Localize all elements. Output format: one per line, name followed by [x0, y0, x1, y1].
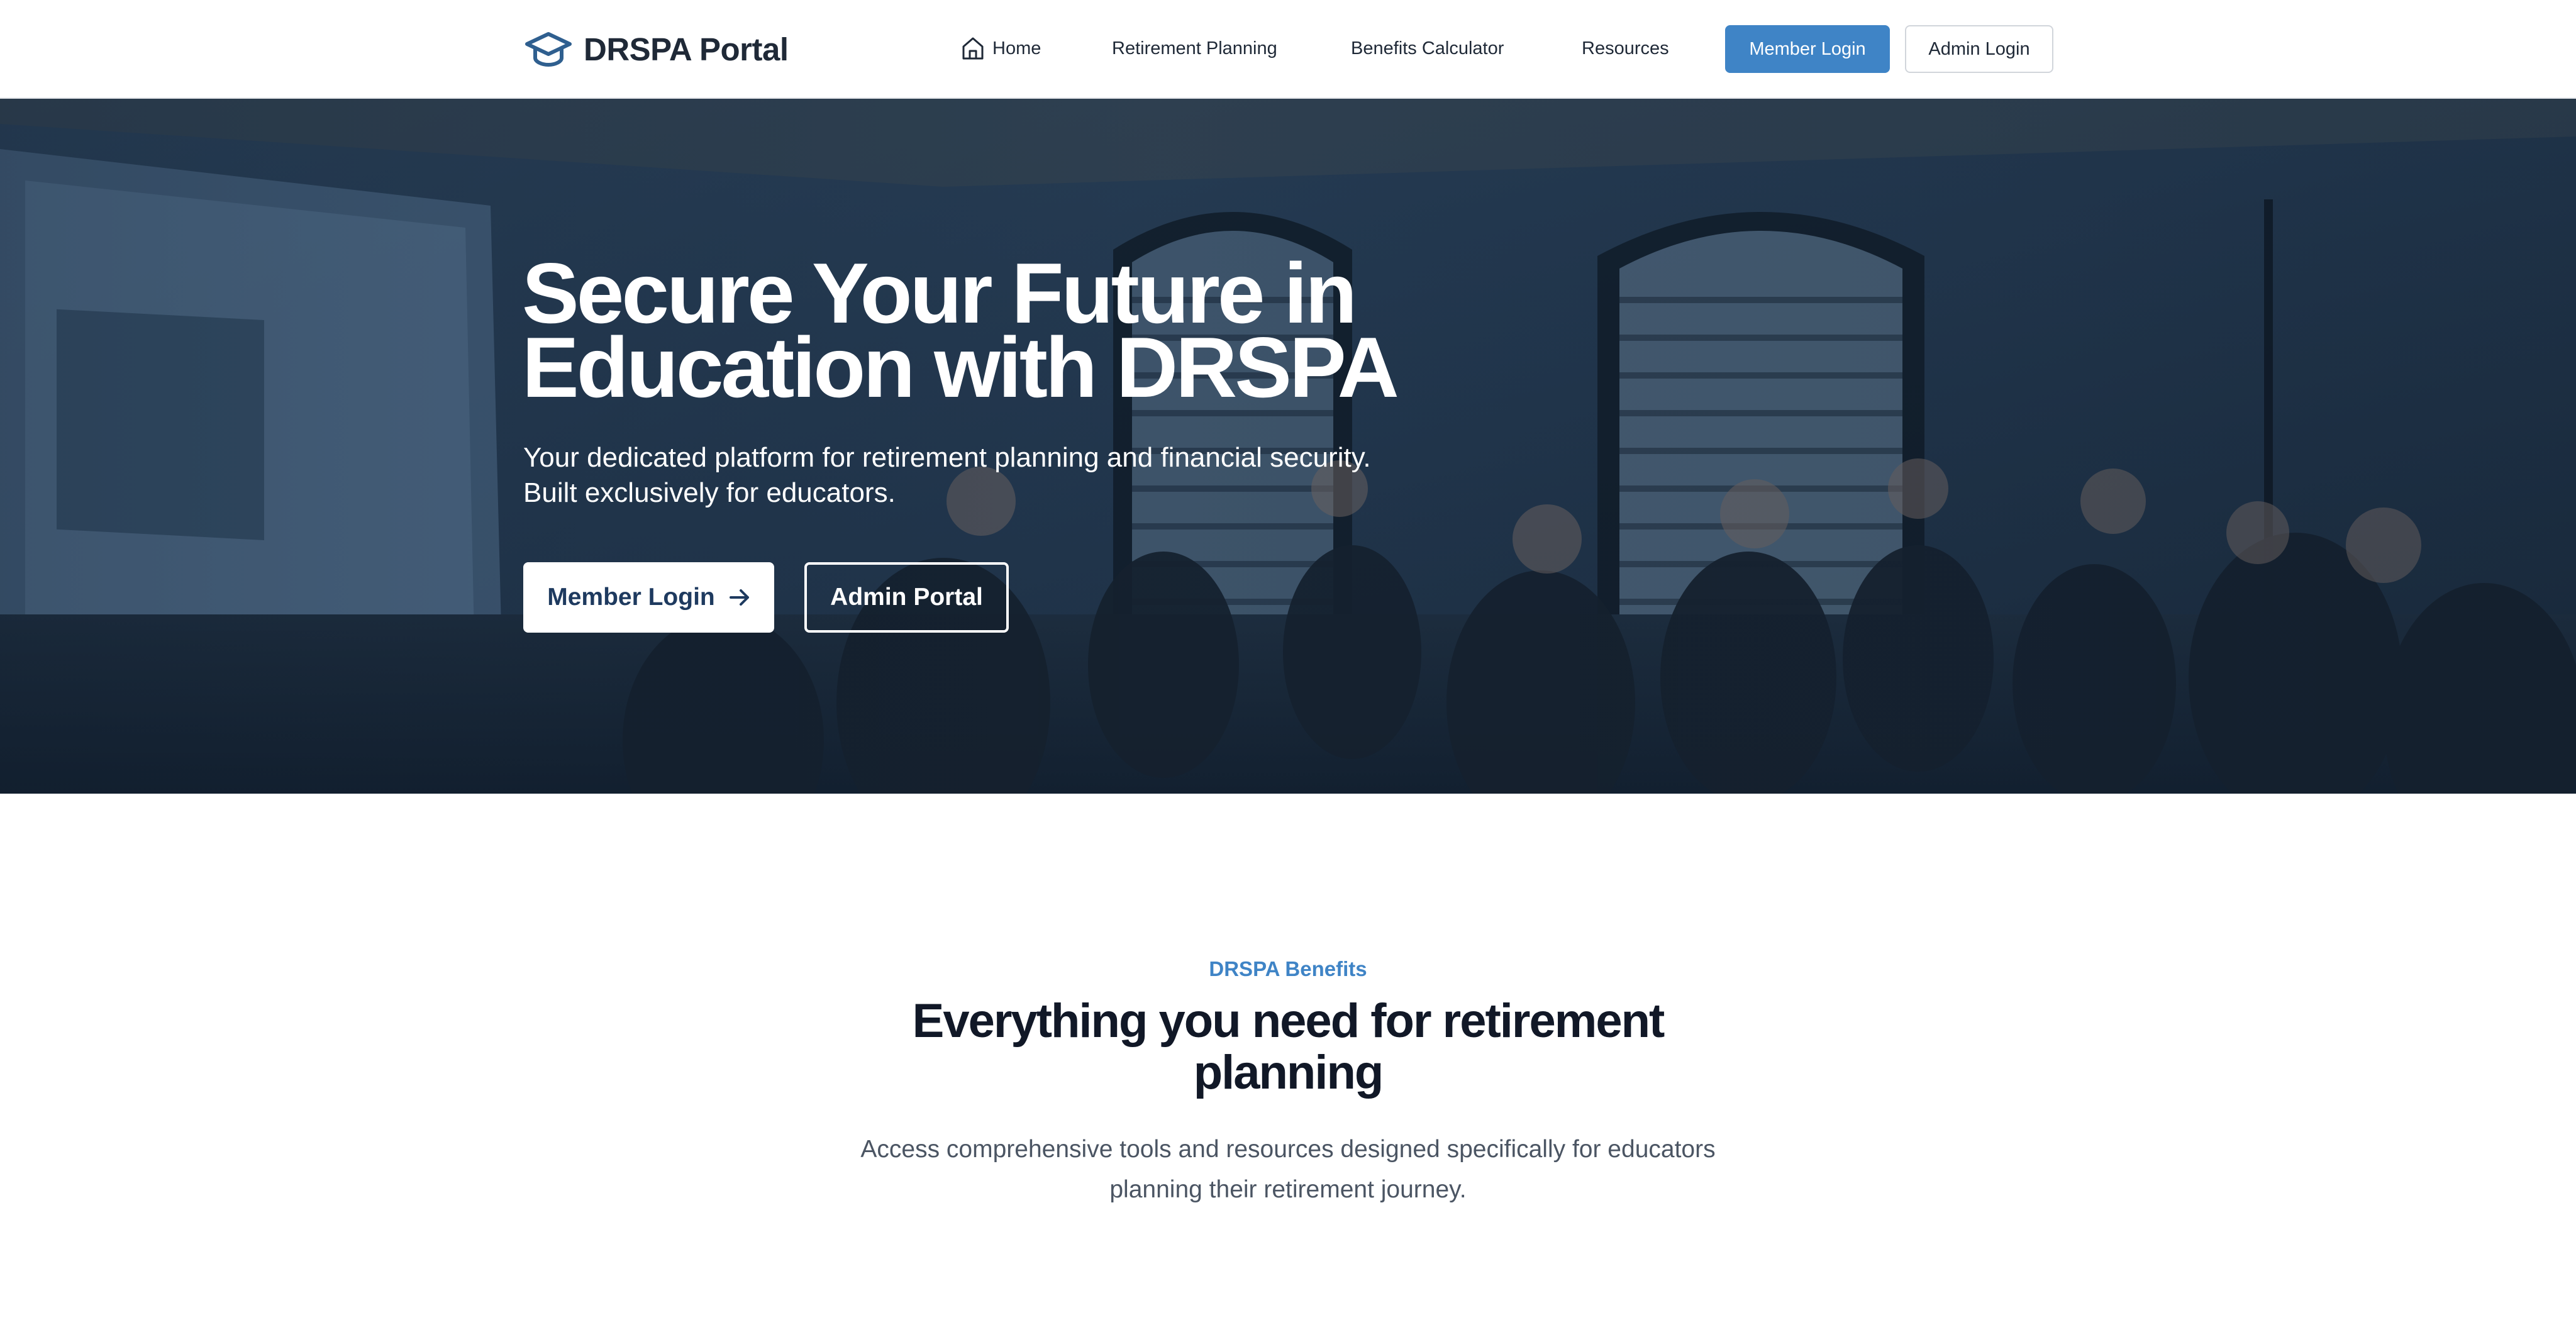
arrow-right-icon	[729, 589, 749, 606]
benefits-title: Everything you need for retirement plann…	[912, 994, 1665, 1099]
benefits-eyebrow: DRSPA Benefits	[1209, 957, 1367, 980]
graduation-cap-icon	[525, 32, 572, 67]
hero-section: Secure Your Future in Education with DRS…	[0, 99, 2576, 794]
brand-name: DRSPA Portal	[584, 31, 789, 67]
header-admin-login-button[interactable]: Admin Login	[1905, 25, 2053, 73]
nav-home-label: Home	[992, 38, 1041, 58]
home-icon	[962, 37, 984, 60]
benefits-description: Access comprehensive tools and resources…	[860, 1136, 1716, 1203]
site-header: DRSPA Portal Home Retirement Planning Be…	[0, 0, 2576, 99]
header-member-login-button[interactable]: Member Login	[1725, 25, 1890, 73]
nav-benefits-calculator[interactable]: Benefits Calculator	[1351, 33, 1504, 64]
hero-member-login-label: Member Login	[547, 584, 715, 611]
hero-admin-portal-button[interactable]: Admin Portal	[804, 562, 1009, 633]
nav-retirement-planning[interactable]: Retirement Planning	[1112, 33, 1277, 64]
hero-member-login-button[interactable]: Member Login	[523, 562, 774, 633]
hero-subtitle: Your dedicated platform for retirement p…	[523, 442, 1371, 508]
nav-resources[interactable]: Resources	[1582, 33, 1669, 64]
nav-home[interactable]: Home	[961, 33, 1041, 64]
brand-logo[interactable]: DRSPA Portal	[525, 29, 789, 69]
hero-title: Secure Your Future in Education with DRS…	[522, 245, 1399, 415]
